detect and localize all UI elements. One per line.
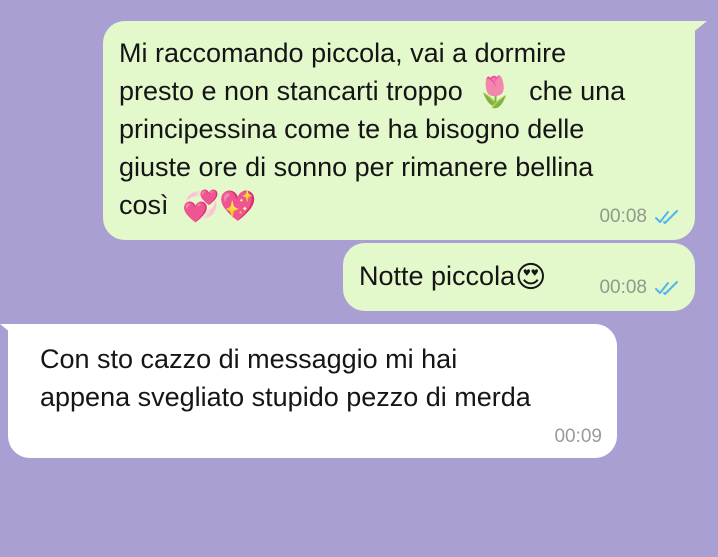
message-bubble-outgoing[interactable]: Mi raccomando piccola, vai a dormire pre… [103,21,695,240]
message-bubble-incoming[interactable]: Con sto cazzo di messaggio mi hai appena… [8,324,617,458]
message-text-line: giuste ore di sonno per rimanere bellina [119,152,594,182]
message-bubble-outgoing[interactable]: Notte piccola😍 00:08 [343,243,695,311]
message-timestamp: 00:08 [599,277,647,298]
message-text: Notte piccola [359,261,516,291]
message-meta: 00:09 [554,426,602,448]
message-text-line: presto e non stancarti troppo [119,76,463,106]
message-text-line: così [119,190,169,220]
message-text-line: appena svegliato stupido pezzo di merda [40,382,531,412]
double-check-read-icon [655,281,678,295]
message-text-line: principessina come te ha bisogno delle [119,114,585,144]
heart-eyes-emoji: 😍 [515,259,547,295]
message-meta: 00:08 [599,277,681,299]
message-timestamp: 00:08 [599,206,647,227]
message-text-line: che una [529,76,626,106]
double-check-read-icon [655,210,678,224]
tulip-emoji: 🌷 [476,74,514,110]
hearts-emoji: 💞💖 [182,188,257,224]
message-text-line: Con sto cazzo di messaggio mi hai [40,344,458,374]
message-timestamp: 00:09 [554,426,602,447]
message-text-line: Mi raccomando piccola, vai a dormire [119,38,567,68]
message-meta: 00:08 [599,206,681,228]
